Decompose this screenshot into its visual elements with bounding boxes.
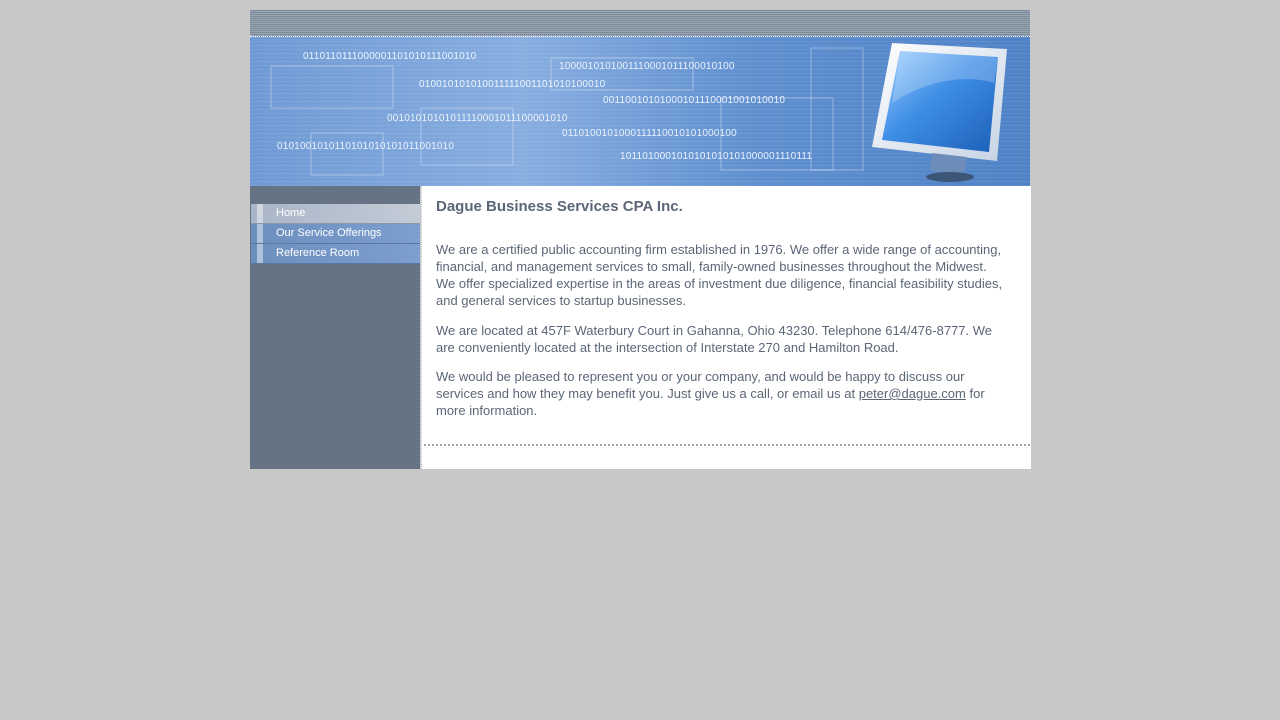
nav-item-label[interactable]: Reference Room [276,247,359,260]
nav-bullet-bar [257,224,263,243]
circuit-trace-decoration [310,132,384,176]
nav-item-reference-room[interactable]: Reference Room [251,244,420,264]
header-banner: 0110110111000001101010111001010 10000101… [250,36,1030,187]
nav-item-label[interactable]: Our Service Offerings [276,227,382,240]
binary-text-line: 1011010001010101010101000001110111 [620,151,813,162]
header-top-strip [250,10,1030,37]
nav-item-home[interactable]: Home [251,204,420,224]
circuit-trace-decoration [810,47,864,171]
email-link[interactable]: peter@dague.com [859,386,966,401]
monitor-icon [872,43,1007,182]
location-paragraph: We are located at 457F Waterbury Court i… [436,323,992,355]
binary-text-line: 0101001010110101010101011001010 [277,141,455,152]
binary-text-line: 00110010101000101110001001010010 [603,95,786,106]
page-container: 0110110111000001101010111001010 10000101… [250,10,1031,469]
contact-paragraph: We would be pleased to represent you or … [436,368,1008,419]
nav-bullet-bar [257,244,263,263]
sidebar: Home Our Service Offerings Reference Roo… [250,186,420,469]
nav-item-label[interactable]: Home [276,207,305,220]
binary-text-line: 010010101010011111001101010100010 [419,79,606,90]
binary-text-line: 1000010101001110001011100010100 [559,61,735,72]
page-title: Dague Business Services CPA Inc. [436,198,683,215]
main-content: Dague Business Services CPA Inc. We are … [421,186,1031,469]
binary-text-line: 0110110111000001101010111001010 [303,51,477,62]
content-divider [424,444,1030,446]
circuit-trace-decoration [270,65,394,109]
intro-paragraph: We are a certified public accounting fir… [436,242,1003,308]
nav-item-our-service-offerings[interactable]: Our Service Offerings [251,224,420,244]
nav-bullet-bar [257,204,263,223]
binary-text-line: 00101010101011110001011100001010 [387,113,568,124]
binary-text-line: 0110100101000111110010101000100 [562,128,737,139]
